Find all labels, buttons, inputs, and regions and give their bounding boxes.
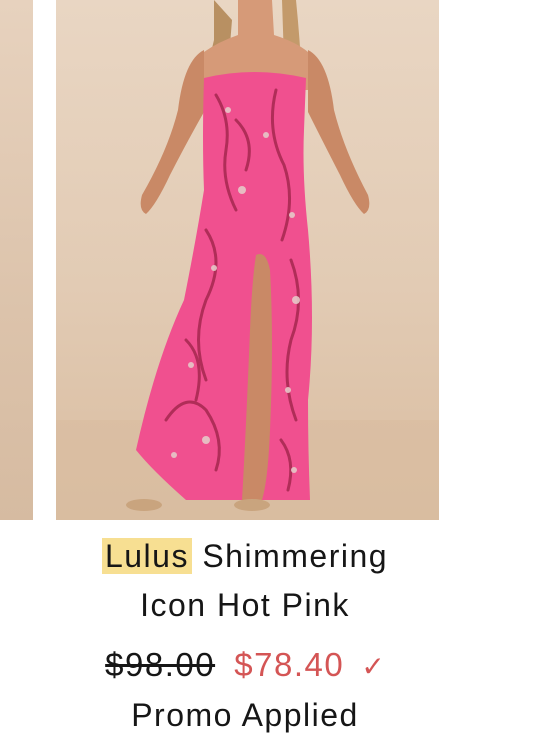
product-title[interactable]: Lulus Shimmering Icon Hot Pink [0,532,490,630]
original-price: $98.00 [105,646,216,683]
promo-applied-text: Promo Applied [131,697,359,733]
previous-image-slide[interactable] [0,0,33,520]
product-info: Lulus Shimmering Icon Hot Pink $98.00 $7… [0,520,550,733]
dress-photo-icon [56,0,439,520]
brand-name: Lulus [101,538,192,574]
check-icon: ✓ [361,651,385,682]
sale-price: $78.40 [234,646,345,683]
price-row: $98.00 $78.40 ✓ [0,645,490,687]
image-carousel[interactable] [0,0,550,520]
product-name-line2: Icon Hot Pink [140,587,350,623]
product-name-line1: Shimmering [202,538,389,574]
product-image[interactable] [56,0,439,520]
